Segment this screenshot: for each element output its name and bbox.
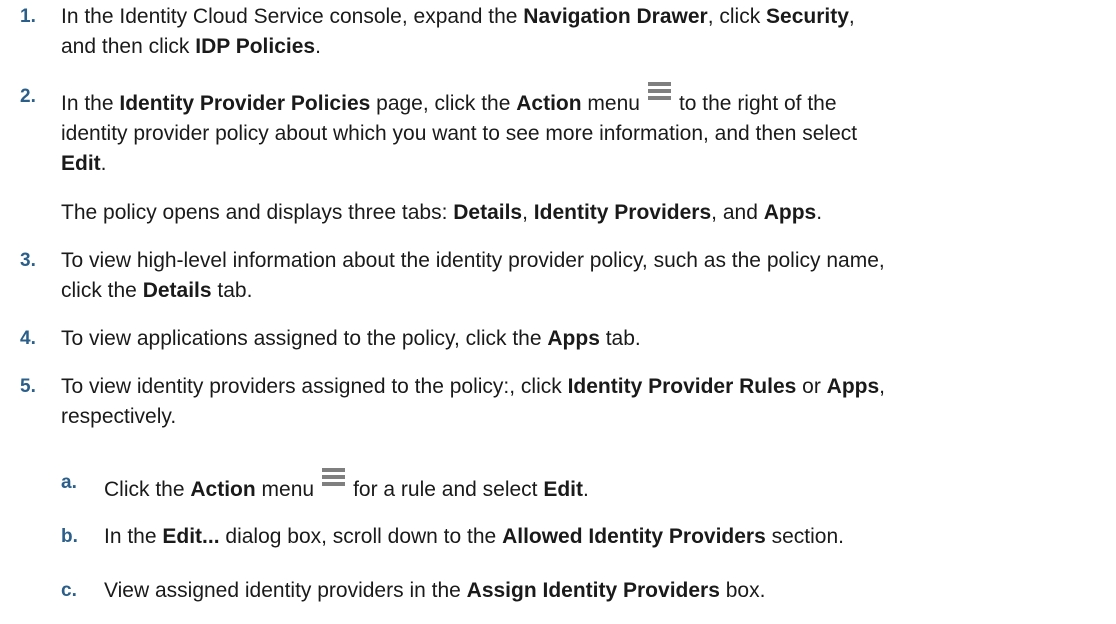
bold-term: Security bbox=[766, 5, 849, 28]
text-run: menu bbox=[255, 478, 315, 501]
bold-term: Details bbox=[453, 201, 523, 224]
bold-term: Assign Identity Providers bbox=[466, 579, 720, 602]
bold-term: Allowed Identity Providers bbox=[502, 525, 766, 548]
substep-letter: a. bbox=[61, 472, 77, 493]
text-run: The policy opens and displays three tabs… bbox=[61, 201, 454, 224]
text-run: box. bbox=[719, 579, 766, 602]
text-run: , bbox=[879, 375, 885, 398]
text-run: In the bbox=[61, 92, 120, 115]
substep-text: In the Edit... dialog box, scroll down t… bbox=[104, 522, 1104, 552]
step-text: To view high-level information about the… bbox=[61, 246, 1111, 306]
text-run: or bbox=[796, 375, 827, 398]
bold-term: Details bbox=[142, 279, 212, 302]
step-number: 4. bbox=[20, 328, 36, 349]
bold-term: Edit bbox=[61, 152, 101, 175]
step-note: The policy opens and displays three tabs… bbox=[61, 198, 1111, 228]
step-number: 5. bbox=[20, 376, 36, 397]
text-run: respectively. bbox=[61, 405, 177, 428]
step-number: 2. bbox=[20, 86, 36, 107]
step-text: To view identity providers assigned to t… bbox=[61, 372, 1111, 432]
bold-term: Identity Providers bbox=[533, 201, 712, 224]
text-run: In the Identity Cloud Service console, e… bbox=[61, 5, 524, 28]
step-number: 3. bbox=[20, 250, 36, 271]
step-text: To view applications assigned to the pol… bbox=[61, 324, 1111, 354]
text-run: tab. bbox=[211, 279, 253, 302]
text-run: menu bbox=[581, 92, 640, 115]
bold-term: IDP Policies bbox=[195, 35, 316, 58]
text-run: . bbox=[816, 201, 823, 224]
text-run: . bbox=[315, 35, 321, 58]
bold-term: Action bbox=[190, 478, 256, 501]
bold-term: Action bbox=[516, 92, 582, 115]
action-menu-icon bbox=[322, 468, 346, 486]
text-run: and then click bbox=[61, 35, 196, 58]
bold-term: Identity Provider Rules bbox=[567, 375, 797, 398]
step-number: 1. bbox=[20, 6, 36, 27]
bold-term: Edit... bbox=[162, 525, 220, 548]
text-run: dialog box, scroll down to the bbox=[219, 525, 503, 548]
substep-letter: c. bbox=[61, 580, 77, 601]
text-run: tab. bbox=[599, 327, 641, 350]
text-run: identity provider policy about which you… bbox=[61, 122, 858, 145]
text-run: To view identity providers assigned to t… bbox=[61, 375, 568, 398]
step-text: In the Identity Cloud Service console, e… bbox=[61, 2, 1111, 62]
text-run: , and bbox=[711, 201, 764, 224]
text-run: Click the bbox=[104, 478, 191, 501]
text-run: , click bbox=[707, 5, 767, 28]
text-run: page, click the bbox=[370, 92, 517, 115]
text-run: To view high-level information about the… bbox=[61, 249, 885, 272]
text-run: . bbox=[100, 152, 107, 175]
bold-term: Apps bbox=[826, 375, 880, 398]
substep-letter: b. bbox=[61, 526, 78, 547]
text-run: View assigned identity providers in the bbox=[104, 579, 467, 602]
bold-term: Identity Provider Policies bbox=[119, 92, 371, 115]
substep-text: View assigned identity providers in the … bbox=[104, 576, 1104, 606]
bold-term: Navigation Drawer bbox=[523, 5, 708, 28]
text-run: click the bbox=[61, 279, 143, 302]
action-menu-icon bbox=[647, 82, 671, 100]
bold-term: Apps bbox=[547, 327, 600, 350]
bold-term: Apps bbox=[763, 201, 817, 224]
text-run: section. bbox=[765, 525, 845, 548]
bold-term: Edit bbox=[543, 478, 584, 501]
step-text: In the Identity Provider Policies page, … bbox=[61, 82, 1111, 179]
text-run: . bbox=[583, 478, 589, 501]
text-run: for a rule and select bbox=[353, 478, 544, 501]
text-run: To view applications assigned to the pol… bbox=[61, 327, 548, 350]
substep-text: Click the Action menu for a rule and sele… bbox=[104, 468, 1104, 505]
text-run: to the right of the bbox=[678, 92, 837, 115]
text-run: , bbox=[848, 5, 855, 28]
text-run: In the bbox=[104, 525, 163, 548]
text-run: , bbox=[522, 201, 534, 224]
